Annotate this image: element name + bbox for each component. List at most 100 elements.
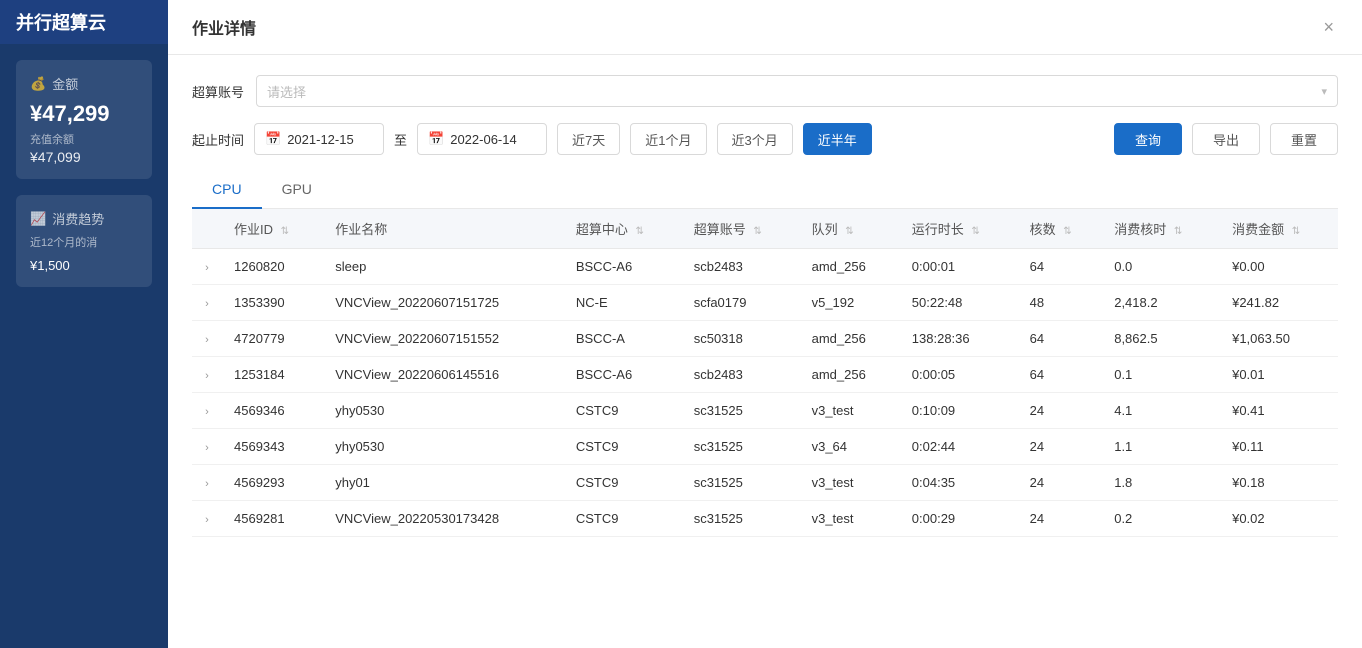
cell-job-id: 4569346 xyxy=(222,393,323,429)
expand-icon[interactable]: › xyxy=(192,321,222,357)
btn-7days[interactable]: 近7天 xyxy=(557,123,620,155)
cell-hpc-account: sc31525 xyxy=(682,393,800,429)
chevron-down-icon: ▾ xyxy=(1321,85,1327,98)
cell-hpc-center: BSCC-A6 xyxy=(564,249,682,285)
sort-icon-run-time: ⇅ xyxy=(971,226,979,237)
account-filter-row: 超算账号 请选择 ▾ xyxy=(192,75,1338,107)
th-expand xyxy=(192,209,222,249)
modal-body: 超算账号 请选择 ▾ 起止时间 📅 2021-12-15 至 📅 2022-06… xyxy=(168,55,1362,648)
cell-queue: v3_test xyxy=(800,501,900,537)
cell-core-hours: 0.1 xyxy=(1102,357,1220,393)
cell-job-id: 4569293 xyxy=(222,465,323,501)
expand-icon[interactable]: › xyxy=(192,465,222,501)
th-hpc-center: 超算中心 ⇅ xyxy=(564,209,682,249)
cell-job-name: VNCView_20220607151725 xyxy=(323,285,564,321)
cell-queue: v5_192 xyxy=(800,285,900,321)
sort-icon-hpc-account: ⇅ xyxy=(753,226,761,237)
table-row: › 4569293 yhy01 CSTC9 sc31525 v3_test 0:… xyxy=(192,465,1338,501)
tab-bar: CPU GPU xyxy=(192,171,1338,209)
table-row: › 4569343 yhy0530 CSTC9 sc31525 v3_64 0:… xyxy=(192,429,1338,465)
date-start-value: 2021-12-15 xyxy=(287,132,354,147)
account-select-placeholder: 请选择 xyxy=(267,82,306,101)
th-core-hours: 消费核时 ⇅ xyxy=(1102,209,1220,249)
export-button[interactable]: 导出 xyxy=(1192,123,1260,155)
cell-run-time: 0:00:05 xyxy=(900,357,1018,393)
cell-cores: 64 xyxy=(1018,357,1103,393)
trend-sub: 近12个月的消 xyxy=(30,234,138,250)
table-row: › 4569281 VNCView_20220530173428 CSTC9 s… xyxy=(192,501,1338,537)
trend-amount: ¥1,500 xyxy=(30,258,138,273)
cell-run-time: 0:00:01 xyxy=(900,249,1018,285)
cell-job-id: 4569281 xyxy=(222,501,323,537)
expand-icon[interactable]: › xyxy=(192,357,222,393)
balance-title: 💰 金额 xyxy=(30,74,138,93)
cell-run-time: 0:02:44 xyxy=(900,429,1018,465)
cell-run-time: 50:22:48 xyxy=(900,285,1018,321)
th-run-time: 运行时长 ⇅ xyxy=(900,209,1018,249)
cell-core-hours: 1.1 xyxy=(1102,429,1220,465)
cell-cost: ¥0.01 xyxy=(1220,357,1338,393)
cell-run-time: 0:00:29 xyxy=(900,501,1018,537)
cell-job-name: yhy0530 xyxy=(323,429,564,465)
sort-icon-hpc-center: ⇅ xyxy=(635,226,643,237)
cell-job-name: yhy01 xyxy=(323,465,564,501)
cell-cores: 64 xyxy=(1018,249,1103,285)
cell-queue: v3_test xyxy=(800,393,900,429)
table-row: › 1253184 VNCView_20220606145516 BSCC-A6… xyxy=(192,357,1338,393)
table-row: › 4569346 yhy0530 CSTC9 sc31525 v3_test … xyxy=(192,393,1338,429)
expand-icon[interactable]: › xyxy=(192,285,222,321)
cell-queue: amd_256 xyxy=(800,357,900,393)
th-hpc-account: 超算账号 ⇅ xyxy=(682,209,800,249)
btn-1month[interactable]: 近1个月 xyxy=(630,123,706,155)
cell-cost: ¥0.02 xyxy=(1220,501,1338,537)
cell-job-id: 1253184 xyxy=(222,357,323,393)
cell-hpc-account: sc31525 xyxy=(682,429,800,465)
cell-queue: amd_256 xyxy=(800,321,900,357)
cell-hpc-account: scb2483 xyxy=(682,249,800,285)
table-row: › 4720779 VNCView_20220607151552 BSCC-A … xyxy=(192,321,1338,357)
expand-icon[interactable]: › xyxy=(192,393,222,429)
cell-hpc-center: BSCC-A xyxy=(564,321,682,357)
cell-cost: ¥1,063.50 xyxy=(1220,321,1338,357)
cell-hpc-center: CSTC9 xyxy=(564,429,682,465)
reset-button[interactable]: 重置 xyxy=(1270,123,1338,155)
date-separator: 至 xyxy=(394,130,407,149)
tab-cpu[interactable]: CPU xyxy=(192,171,262,209)
close-button[interactable]: × xyxy=(1319,14,1338,40)
cell-job-name: yhy0530 xyxy=(323,393,564,429)
expand-icon[interactable]: › xyxy=(192,249,222,285)
cell-run-time: 0:04:35 xyxy=(900,465,1018,501)
btn-halfyear[interactable]: 近半年 xyxy=(803,123,872,155)
cell-cores: 24 xyxy=(1018,393,1103,429)
job-table-container[interactable]: 作业ID ⇅ 作业名称 超算中心 ⇅ 超算账号 ⇅ 队列 ⇅ 运行时长 ⇅ 核数… xyxy=(192,209,1338,648)
trend-icon: 📈 xyxy=(30,211,46,227)
cell-cost: ¥0.41 xyxy=(1220,393,1338,429)
date-end-value: 2022-06-14 xyxy=(450,132,517,147)
cell-job-name: VNCView_20220606145516 xyxy=(323,357,564,393)
th-job-id: 作业ID ⇅ xyxy=(222,209,323,249)
date-end-input[interactable]: 📅 2022-06-14 xyxy=(417,123,547,155)
balance-sub-amount: ¥47,099 xyxy=(30,149,138,165)
cell-cores: 24 xyxy=(1018,465,1103,501)
cell-cores: 64 xyxy=(1018,321,1103,357)
account-select[interactable]: 请选择 ▾ xyxy=(256,75,1338,107)
th-cores: 核数 ⇅ xyxy=(1018,209,1103,249)
sidebar: 并行超算云 💰 金额 ¥47,299 充值余额 ¥47,099 📈 消费趋势 近… xyxy=(0,0,168,648)
balance-amount: ¥47,299 xyxy=(30,101,138,127)
expand-icon[interactable]: › xyxy=(192,501,222,537)
cell-hpc-center: CSTC9 xyxy=(564,465,682,501)
expand-icon[interactable]: › xyxy=(192,429,222,465)
query-button[interactable]: 查询 xyxy=(1114,123,1182,155)
cell-cost: ¥0.11 xyxy=(1220,429,1338,465)
date-filter-row: 起止时间 📅 2021-12-15 至 📅 2022-06-14 近7天 近1个… xyxy=(192,123,1338,155)
account-filter-label: 超算账号 xyxy=(192,82,244,101)
date-start-input[interactable]: 📅 2021-12-15 xyxy=(254,123,384,155)
yuan-icon: 💰 xyxy=(30,76,46,92)
cell-queue: v3_test xyxy=(800,465,900,501)
cell-cores: 24 xyxy=(1018,429,1103,465)
btn-3months[interactable]: 近3个月 xyxy=(717,123,793,155)
tab-gpu[interactable]: GPU xyxy=(262,171,332,209)
cell-queue: amd_256 xyxy=(800,249,900,285)
sort-icon-cost: ⇅ xyxy=(1292,226,1300,237)
balance-card: 💰 金额 ¥47,299 充值余额 ¥47,099 xyxy=(16,60,152,179)
